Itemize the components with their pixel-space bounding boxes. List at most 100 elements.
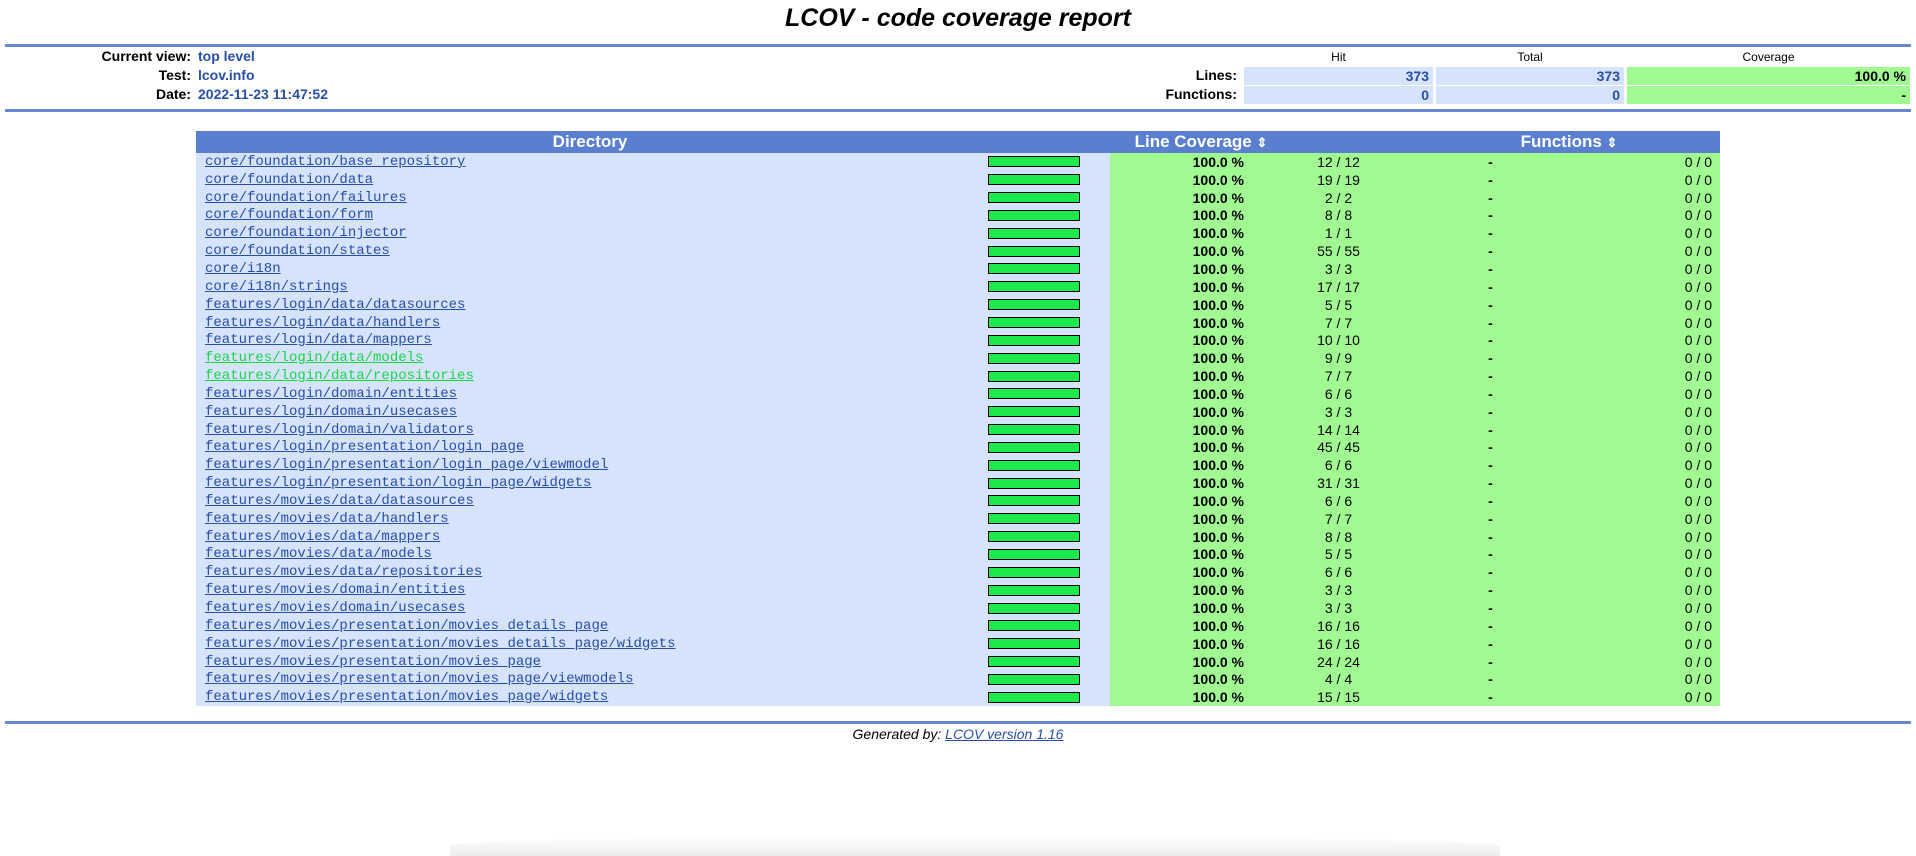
function-coverage-count: 0 / 0 (1563, 527, 1721, 546)
coverage-bar (988, 156, 1080, 168)
function-coverage-percent: - (1418, 688, 1563, 707)
directory-link[interactable]: features/login/presentation/login_page (205, 439, 524, 455)
directory-cell: core/foundation/form (196, 206, 984, 225)
coverage-bar-cell (984, 581, 1110, 600)
directory-cell: features/login/data/models (196, 349, 984, 368)
line-coverage-count: 6 / 6 (1259, 563, 1418, 582)
directory-link[interactable]: features/movies/domain/entities (205, 582, 465, 598)
directory-link[interactable]: core/i18n/strings (205, 279, 348, 295)
coverage-bar-cell (984, 367, 1110, 385)
table-row: features/login/data/handlers 100.0 % 7 / 7… (196, 313, 1721, 332)
coverage-bar-cell (984, 420, 1110, 439)
function-coverage-count: 0 / 0 (1563, 438, 1721, 457)
current-view-value: top level (198, 48, 255, 64)
directory-link[interactable]: features/movies/domain/usecases (205, 600, 465, 616)
directory-link[interactable]: features/movies/data/mappers (205, 529, 440, 545)
coverage-bar (988, 513, 1080, 525)
line-coverage-percent: 100.0 % (1110, 456, 1259, 475)
coverage-bar (988, 334, 1080, 346)
coverage-bar (988, 388, 1080, 400)
directory-link[interactable]: features/movies/data/repositories (205, 564, 482, 580)
function-coverage-count: 0 / 0 (1563, 170, 1721, 189)
coverage-bar-cell (984, 170, 1110, 189)
directory-link[interactable]: features/movies/presentation/movies_page (205, 654, 541, 670)
directory-link[interactable]: features/movies/data/datasources (205, 493, 474, 509)
directory-cell: features/movies/presentation/movies_deta… (196, 634, 984, 653)
directory-link[interactable]: features/login/presentation/login_page/w… (205, 475, 591, 491)
directory-link[interactable]: features/movies/data/models (205, 546, 432, 562)
directory-link[interactable]: features/movies/data/handlers (205, 511, 449, 527)
line-coverage-count: 55 / 55 (1259, 242, 1418, 261)
function-coverage-count: 0 / 0 (1563, 616, 1721, 635)
function-coverage-count: 0 / 0 (1563, 670, 1721, 689)
directory-link[interactable]: features/movies/presentation/movies_deta… (205, 636, 675, 652)
directory-link[interactable]: features/login/domain/usecases (205, 404, 457, 420)
line-coverage-percent: 100.0 % (1110, 260, 1259, 278)
date-value: 2022-11-23 11:47:52 (198, 86, 328, 102)
line-coverage-count: 7 / 7 (1259, 367, 1418, 385)
table-row: features/login/domain/validators 100.0 % 1… (196, 420, 1721, 439)
directory-link[interactable]: features/login/data/handlers (205, 315, 440, 331)
directory-link[interactable]: core/foundation/states (205, 243, 390, 259)
directory-link[interactable]: features/movies/presentation/movies_deta… (205, 618, 608, 634)
coverage-bar-cell (984, 492, 1110, 510)
function-coverage-count: 0 / 0 (1563, 313, 1721, 332)
sort-icon[interactable]: ⇕ (1256, 135, 1267, 150)
directory-cell: features/movies/domain/usecases (196, 599, 984, 617)
line-coverage-percent: 100.0 % (1110, 188, 1259, 207)
table-row: core/foundation/base_repository 100.0 % 12… (196, 153, 1721, 171)
line-coverage-count: 2 / 2 (1259, 188, 1418, 207)
line-coverage-percent: 100.0 % (1110, 242, 1259, 261)
coverage-bar (988, 531, 1080, 543)
line-coverage-count: 19 / 19 (1259, 170, 1418, 189)
coverage-bar (988, 245, 1080, 257)
function-coverage-percent: - (1418, 313, 1563, 332)
directory-cell: core/foundation/states (196, 242, 984, 261)
directory-link[interactable]: features/login/data/models (205, 350, 423, 366)
table-row: features/login/data/datasources 100.0 % 5 … (196, 295, 1721, 314)
directory-link[interactable]: core/foundation/failures (205, 190, 407, 206)
directory-link[interactable]: features/login/presentation/login_page/v… (205, 457, 608, 473)
directory-link[interactable]: features/movies/presentation/movies_page… (205, 689, 608, 705)
line-coverage-header[interactable]: Line Coverage ⇕ (984, 131, 1418, 153)
directory-link[interactable]: core/foundation/base_repository (205, 154, 465, 170)
directory-link[interactable]: features/movies/presentation/movies_page… (205, 671, 633, 687)
line-coverage-count: 7 / 7 (1259, 509, 1418, 528)
functions-header[interactable]: Functions ⇕ (1418, 131, 1721, 153)
directory-cell: features/login/presentation/login_page/w… (196, 474, 984, 493)
directory-link[interactable]: features/login/domain/entities (205, 386, 457, 402)
directory-link[interactable]: core/foundation/injector (205, 225, 407, 241)
function-coverage-percent: - (1418, 349, 1563, 368)
coverage-bar-cell (984, 527, 1110, 546)
function-coverage-percent: - (1418, 170, 1563, 189)
function-coverage-count: 0 / 0 (1563, 206, 1721, 225)
lcov-version-link[interactable]: LCOV version 1.16 (945, 726, 1063, 742)
function-coverage-count: 0 / 0 (1563, 581, 1721, 600)
coverage-bar (988, 227, 1080, 239)
summary-lines-coverage: 100.0 % (1627, 67, 1910, 85)
directory-cell: features/login/data/handlers (196, 313, 984, 332)
directory-cell: features/movies/data/handlers (196, 509, 984, 528)
directory-link[interactable]: features/login/data/mappers (205, 332, 432, 348)
table-row: features/movies/presentation/movies_page… (196, 652, 1721, 671)
table-row: features/movies/presentation/movies_deta… (196, 616, 1721, 635)
coverage-bar-cell (984, 563, 1110, 582)
table-row: features/login/presentation/login_page 10… (196, 438, 1721, 457)
directory-link[interactable]: core/i18n (205, 261, 281, 277)
info-divider (5, 109, 1911, 112)
function-coverage-count: 0 / 0 (1563, 652, 1721, 671)
directory-link[interactable]: core/foundation/data (205, 172, 373, 188)
line-coverage-percent: 100.0 % (1110, 367, 1259, 385)
function-coverage-percent: - (1418, 384, 1563, 403)
function-coverage-count: 0 / 0 (1563, 492, 1721, 510)
directory-link[interactable]: features/login/domain/validators (205, 422, 474, 438)
sort-icon[interactable]: ⇕ (1607, 135, 1618, 150)
directory-link[interactable]: features/login/data/datasources (205, 297, 465, 313)
table-row: features/movies/presentation/movies_deta… (196, 634, 1721, 653)
directory-link[interactable]: features/login/data/repositories (205, 368, 474, 384)
directory-link[interactable]: core/foundation/form (205, 207, 373, 223)
line-coverage-count: 3 / 3 (1259, 402, 1418, 421)
coverage-bar-cell (984, 295, 1110, 314)
function-coverage-count: 0 / 0 (1563, 260, 1721, 278)
directory-header: Directory (196, 131, 984, 153)
